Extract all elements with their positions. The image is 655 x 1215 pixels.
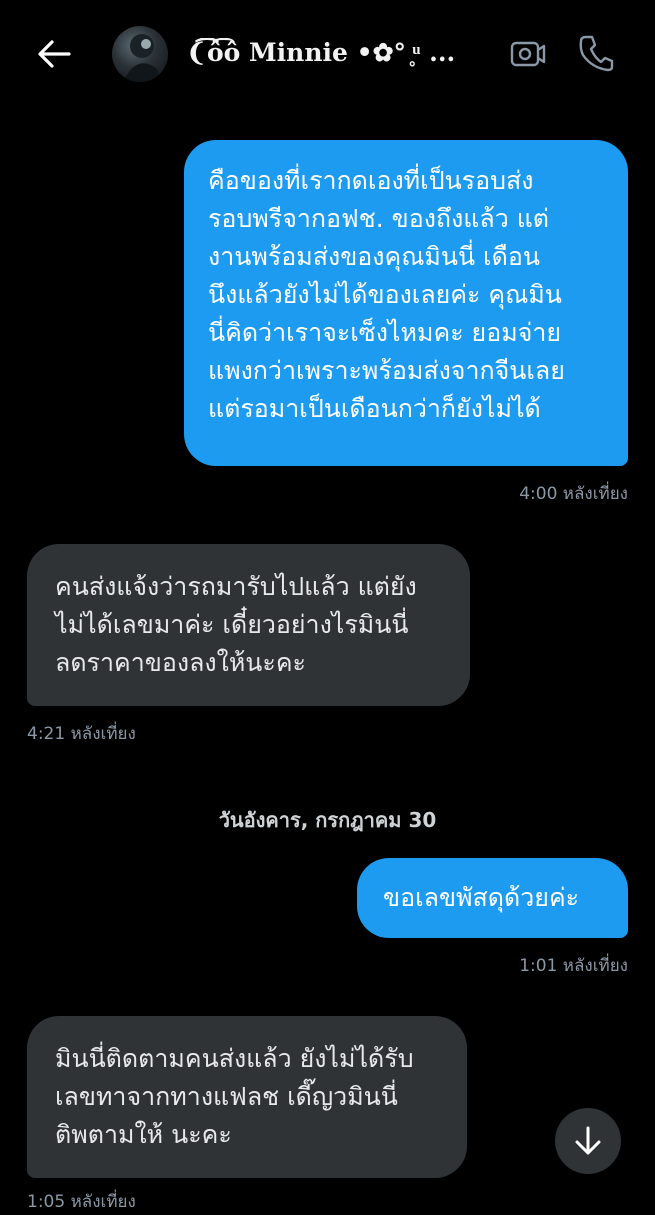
message-text: รอบพรีจากอฟช. ของถึงแล้ว แต่ xyxy=(208,204,550,233)
message-text: เลขทาจากทางแฟลช เดี๊ญวมินนี่ xyxy=(55,1082,398,1111)
message-text: คือของที่เรากดเองที่เป็นรอบส่ง xyxy=(208,166,534,195)
message-text: ลดราคาของลงให้นะคะ xyxy=(55,648,306,677)
message-text: แพงกว่าเพราะพร้อมส่งจากจีนเลย xyxy=(208,356,565,385)
contact-name[interactable]: ❨͡ô͡ô Minnie •✿° ̥ͧ ... xyxy=(186,38,491,68)
message-text: นี่คิดว่าเราจะเซ็งไหมคะ ยอมจ่าย xyxy=(208,318,562,347)
message-timestamp: 4:21 หลังเที่ยง xyxy=(27,724,136,744)
phone-icon xyxy=(579,35,614,72)
avatar-image xyxy=(122,34,158,82)
message-text: ไม่ได้เลขมาค่ะ เดี๋ยวอย่างไรมินนี่ xyxy=(55,610,409,639)
chat-header: ❨͡ô͡ô Minnie •✿° ̥ͧ ... xyxy=(0,0,655,108)
video-camera-icon xyxy=(510,41,546,67)
video-call-button[interactable] xyxy=(510,38,546,70)
message-bubble-incoming[interactable]: มินนี่ติดตามคนส่งแล้ว ยังไม่ได้รับ เลขทา… xyxy=(27,1016,467,1178)
message-bubble-incoming[interactable]: คนส่งแจ้งว่ารถมารับไปแล้ว แต่ยัง ไม่ได้เ… xyxy=(27,544,470,706)
back-button[interactable] xyxy=(32,34,76,74)
message-timestamp: 1:05 หลังเที่ยง xyxy=(27,1192,136,1212)
message-bubble-outgoing[interactable]: ขอเลขพัสดุด้วยค่ะ xyxy=(357,858,628,938)
message-text: นึงแล้วยังไม่ได้ของเลยค่ะ คุณมิน xyxy=(208,280,562,309)
message-text: มินนี่ติดตามคนส่งแล้ว ยังไม่ได้รับ xyxy=(55,1044,414,1073)
message-text: ติพตามให้ นะคะ xyxy=(55,1120,232,1149)
date-separator: วันอังคาร, กรกฎาคม 30 xyxy=(218,808,437,832)
message-text: ขอเลขพัสดุด้วยค่ะ xyxy=(383,883,580,912)
message-timestamp: 1:01 หลังเที่ยง xyxy=(519,956,628,976)
message-bubble-outgoing[interactable]: คือของที่เรากดเองที่เป็นรอบส่ง รอบพรีจาก… xyxy=(184,140,628,466)
message-timestamp: 4:00 หลังเที่ยง xyxy=(519,484,628,504)
voice-call-button[interactable] xyxy=(578,34,614,72)
message-text: คนส่งแจ้งว่ารถมารับไปแล้ว แต่ยัง xyxy=(55,572,417,601)
avatar[interactable] xyxy=(112,26,168,82)
message-text: งานพร้อมส่งของคุณมินนี่ เดือน xyxy=(208,242,540,271)
scroll-to-bottom-button[interactable] xyxy=(555,1108,621,1174)
arrow-left-icon xyxy=(38,40,71,68)
arrow-down-icon xyxy=(575,1126,601,1155)
message-text: แต่รอมาเป็นเดือนกว่าก็ยังไม่ได้ xyxy=(208,394,541,423)
